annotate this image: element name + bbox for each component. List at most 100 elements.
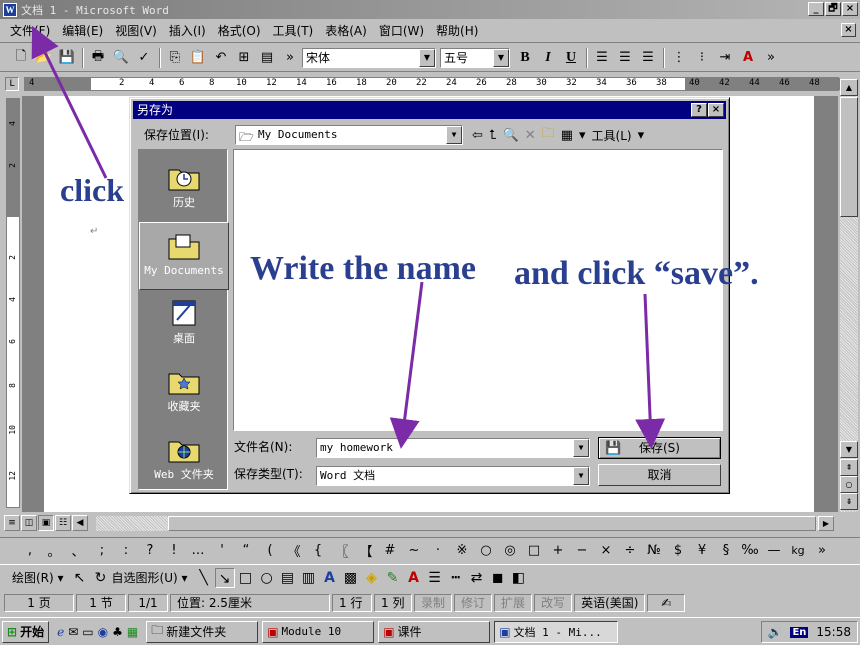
- previous-page-icon[interactable]: ⇞: [840, 459, 858, 476]
- symbol-button[interactable]: :: [114, 543, 138, 558]
- symbol-button[interactable]: ;: [90, 543, 114, 558]
- delete-icon[interactable]: ✕: [525, 128, 536, 143]
- free-rotate-icon[interactable]: ↻: [91, 568, 111, 588]
- columns-icon[interactable]: ▤: [256, 47, 278, 69]
- views-icon[interactable]: ▦: [561, 128, 573, 143]
- underline-button[interactable]: U: [560, 47, 582, 69]
- arrow-style-icon[interactable]: ⇄: [467, 568, 487, 588]
- taskbar-task[interactable]: ▣ Module 10: [262, 620, 375, 643]
- place-history[interactable]: 历史: [139, 154, 229, 222]
- symbol-button[interactable]: 【: [354, 541, 378, 560]
- paste-icon[interactable]: 📋: [187, 47, 209, 69]
- arrow-tool-icon[interactable]: ↘: [214, 567, 235, 588]
- chevron-down-icon[interactable]: ▼: [419, 48, 435, 67]
- app-icon[interactable]: ♣: [112, 625, 123, 639]
- status-trk[interactable]: 修订: [454, 594, 493, 612]
- select-browse-object-icon[interactable]: ○: [840, 476, 858, 493]
- place-web-folders[interactable]: Web 文件夹: [139, 426, 229, 494]
- symbol-button[interactable]: …: [186, 543, 210, 558]
- table-icon[interactable]: ⊞: [233, 47, 255, 69]
- back-arrow-icon[interactable]: ⇦: [472, 128, 483, 143]
- menu-insert[interactable]: 插入(I): [169, 22, 206, 39]
- rectangle-icon[interactable]: □: [236, 568, 256, 588]
- filetype-select[interactable]: Word 文档 ▼: [316, 466, 590, 486]
- font-color-icon[interactable]: A: [404, 568, 424, 588]
- symbol-button[interactable]: #: [378, 543, 402, 558]
- desktop-show-icon[interactable]: ▭: [82, 625, 93, 639]
- save-button[interactable]: 💾 保存(S): [598, 437, 721, 459]
- toolbar-overflow-icon[interactable]: »: [760, 47, 782, 69]
- ime-indicator[interactable]: En: [790, 626, 809, 638]
- dialog-title-bar[interactable]: 另存为 ? ×: [133, 101, 726, 119]
- window-title-bar[interactable]: W 文档 1 - Microsoft Word _ 🗗 ×: [0, 0, 860, 19]
- close-button[interactable]: ×: [842, 2, 858, 16]
- toolbar-overflow-icon[interactable]: »: [279, 47, 301, 69]
- symbol-button[interactable]: 〖: [330, 541, 354, 560]
- symbol-button[interactable]: 《: [282, 541, 306, 560]
- symbol-button[interactable]: !: [162, 543, 186, 558]
- bold-button[interactable]: B: [514, 47, 536, 69]
- font-size-combo[interactable]: 五号 ▼: [440, 47, 510, 68]
- oval-icon[interactable]: ○: [257, 568, 277, 588]
- symbol-button[interactable]: ,: [18, 543, 42, 558]
- filename-input[interactable]: my homework ▼: [316, 438, 590, 458]
- search-web-icon[interactable]: 🔍: [503, 128, 519, 143]
- toolbar-overflow-icon[interactable]: »: [810, 543, 834, 558]
- save-disk-icon[interactable]: 💾: [56, 47, 78, 69]
- symbol-button[interactable]: ~: [402, 543, 426, 558]
- scroll-thumb[interactable]: [840, 97, 858, 217]
- autoshapes-menu[interactable]: 自选图形(U) ▾: [112, 569, 188, 586]
- ie-icon[interactable]: ℯ: [57, 625, 64, 639]
- indent-icon[interactable]: ⇥: [714, 47, 736, 69]
- menu-format[interactable]: 格式(O): [218, 22, 261, 39]
- clip-art-icon[interactable]: ▩: [341, 568, 361, 588]
- italic-button[interactable]: I: [537, 47, 559, 69]
- scroll-down-icon[interactable]: ▼: [840, 441, 858, 458]
- menu-tools[interactable]: 工具(T): [273, 22, 314, 39]
- vertical-ruler[interactable]: 4 2 2 4 6 8 10 12: [6, 98, 20, 508]
- cancel-button[interactable]: 取消: [598, 464, 721, 486]
- symbol-button[interactable]: −: [570, 543, 594, 558]
- minimize-button[interactable]: _: [808, 2, 824, 16]
- up-folder-icon[interactable]: ⮤: [489, 128, 497, 143]
- scroll-right-icon[interactable]: ▶: [818, 516, 834, 531]
- taskbar-task[interactable]: 🗀 新建文件夹: [146, 620, 259, 643]
- vertical-scrollbar[interactable]: ▲ ▼ ⇞ ○ ⇟: [840, 79, 858, 512]
- scroll-left-icon[interactable]: ◀: [72, 515, 88, 531]
- draw-menu[interactable]: 绘图(R) ▾: [12, 569, 64, 586]
- symbol-button[interactable]: 、: [66, 541, 90, 560]
- start-button[interactable]: ⊞ 开始: [2, 620, 50, 643]
- status-rec[interactable]: 录制: [414, 594, 453, 612]
- scroll-up-icon[interactable]: ▲: [840, 79, 858, 96]
- normal-view-icon[interactable]: ≡: [4, 515, 20, 531]
- symbol-button[interactable]: §: [714, 543, 738, 558]
- document-close-button[interactable]: ×: [841, 23, 856, 37]
- taskbar-task-active[interactable]: ▣ 文档 1 - Mi...: [494, 620, 619, 643]
- symbol-button[interactable]: ※: [450, 543, 474, 558]
- align-right-icon[interactable]: ☰: [637, 47, 659, 69]
- text-box-icon[interactable]: ▤: [278, 568, 298, 588]
- 3d-icon[interactable]: ◧: [509, 568, 529, 588]
- speaker-icon[interactable]: 🔊: [768, 625, 783, 639]
- new-document-icon[interactable]: 🗋: [10, 47, 32, 69]
- chevron-down-icon[interactable]: ▼: [446, 126, 462, 144]
- next-page-icon[interactable]: ⇟: [840, 493, 858, 510]
- symbol-button[interactable]: 。: [42, 541, 66, 560]
- dash-style-icon[interactable]: ┅: [446, 568, 466, 588]
- wordart-icon[interactable]: A: [320, 568, 340, 588]
- undo-icon[interactable]: ↶: [210, 47, 232, 69]
- copy-icon[interactable]: ⎘: [164, 47, 186, 69]
- symbol-button[interactable]: +: [546, 543, 570, 558]
- bullet-list-icon[interactable]: ⁝: [691, 47, 713, 69]
- symbol-button[interactable]: №: [642, 543, 666, 558]
- dialog-help-button[interactable]: ?: [691, 103, 707, 117]
- dialog-close-button[interactable]: ×: [708, 103, 724, 117]
- media-icon[interactable]: ◉: [98, 625, 108, 639]
- symbol-button[interactable]: (: [258, 543, 282, 558]
- symbol-button[interactable]: ?: [138, 543, 162, 558]
- taskbar-task[interactable]: ▣ 课件: [378, 620, 491, 643]
- chevron-down-icon[interactable]: ▾: [579, 128, 586, 143]
- menu-help[interactable]: 帮助(H): [436, 22, 478, 39]
- menu-edit[interactable]: 编辑(E): [62, 22, 103, 39]
- symbol-button[interactable]: “: [234, 543, 258, 558]
